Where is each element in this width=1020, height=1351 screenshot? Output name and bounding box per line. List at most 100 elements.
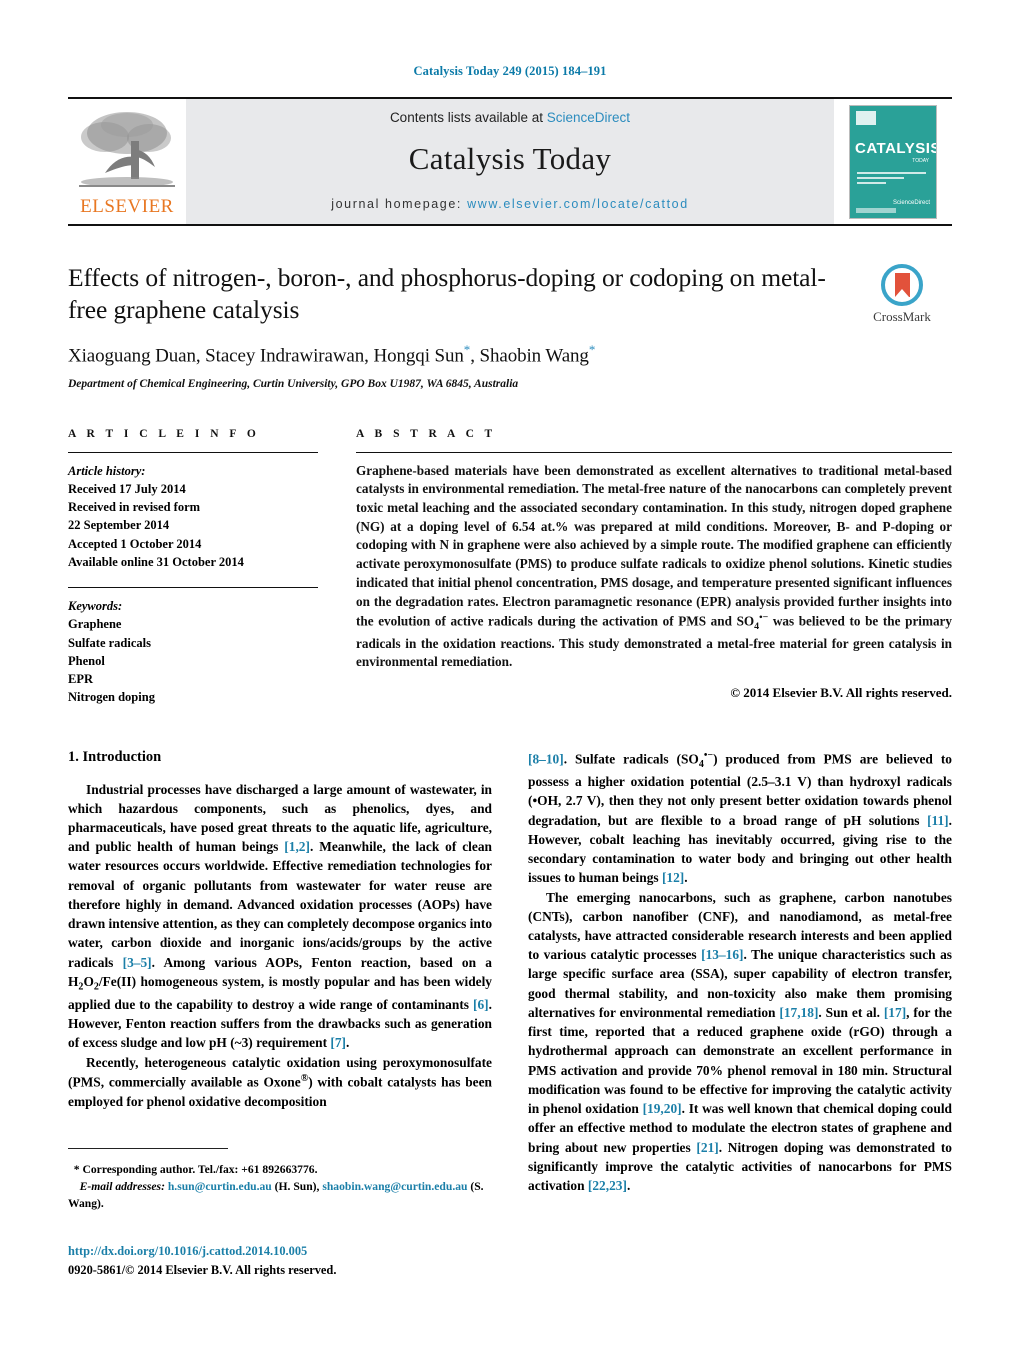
history-item: 22 September 2014 — [68, 518, 170, 533]
abstract-text: Graphene-based materials have been demon… — [356, 462, 952, 672]
abstract-heading: A B S T R A C T — [356, 427, 497, 440]
citation-link[interactable]: [13–16] — [701, 947, 743, 962]
crossmark-label: CrossMark — [873, 309, 931, 324]
keyword-item: EPR — [68, 672, 93, 687]
crossmark-flag-shape — [894, 273, 910, 297]
citation-link[interactable]: [3–5] — [123, 955, 152, 970]
corresponding-author-text: Corresponding author. Tel./fax: +61 8926… — [82, 1163, 318, 1176]
author-names-1: Xiaoguang Duan, Stacey Indrawirawan, Hon… — [68, 345, 464, 367]
journal-cover-area: CATALYSIS TODAY ScienceDirect — [834, 99, 952, 224]
keywords-list: Graphene Sulfate radicals Phenol EPR Nit… — [68, 615, 318, 706]
cover-elsevier-mark-icon — [856, 110, 876, 125]
contents-prefix: Contents lists available at — [389, 110, 547, 125]
doi-link[interactable]: http://dx.doi.org/10.1016/j.cattod.2014.… — [68, 1242, 336, 1261]
cover-decorative-lines — [857, 171, 926, 187]
citation-link[interactable]: [8–10] — [528, 751, 564, 766]
article-info-rule — [68, 451, 318, 453]
email-addresses-note: E-mail addresses: h.sun@curtin.edu.au (H… — [68, 1179, 484, 1210]
history-item: Received in revised form — [68, 500, 201, 515]
cover-title: CATALYSIS — [855, 139, 937, 157]
body-column-right: [8–10]. Sulfate radicals (SO4•−) produce… — [528, 749, 952, 1219]
text-run: /Fe(II) homogeneous system, is mostly po… — [68, 973, 492, 1012]
text-run: . — [684, 870, 688, 886]
history-item: Received 17 July 2014 — [68, 481, 186, 496]
citation-link[interactable]: [22,23] — [588, 1178, 627, 1193]
corresponding-author-note: * Corresponding author. Tel./fax: +61 89… — [68, 1162, 488, 1179]
text-run: . Sun et al. — [818, 1004, 884, 1020]
intro-paragraph-4: The emerging nanocarbons, such as graphe… — [528, 888, 952, 1196]
paper-page: Catalysis Today 249 (2015) 184–191 ELSEV… — [0, 0, 1020, 1351]
keyword-item: Graphene — [68, 617, 122, 632]
intro-paragraph-1: Industrial processes have discharged a l… — [68, 780, 492, 1053]
citation-link[interactable]: [21] — [696, 1140, 718, 1155]
citation-link[interactable]: [17] — [884, 1005, 906, 1020]
elsevier-tree-icon — [79, 112, 175, 187]
intro-paragraph-3: [8–10]. Sulfate radicals (SO4•−) produce… — [528, 749, 952, 888]
intro-paragraph-2: Recently, heterogeneous catalytic oxidat… — [68, 1053, 492, 1111]
footnote-block: * Corresponding author. Tel./fax: +61 89… — [68, 1162, 488, 1212]
citation-link[interactable]: [7] — [330, 1035, 346, 1050]
text-run: O — [83, 973, 94, 989]
history-item: Accepted 1 October 2014 — [68, 536, 202, 551]
article-history-label: Article history: — [68, 463, 146, 478]
abstract-rule — [356, 451, 952, 453]
publisher-logo-area: ELSEVIER — [68, 99, 186, 224]
page-title: Effects of nitrogen-, boron-, and phosph… — [68, 263, 826, 324]
journal-title: Catalysis Today — [408, 141, 612, 176]
cover-footer-bar — [856, 207, 896, 213]
keywords-rule — [68, 587, 318, 589]
crossmark-icon — [881, 264, 923, 306]
text-run: . — [346, 1035, 350, 1051]
sciencedirect-link[interactable]: ScienceDirect — [547, 110, 630, 125]
corresponding-marker-2[interactable]: * — [589, 342, 596, 357]
cover-sciencedirect-mark: ScienceDirect — [892, 200, 930, 206]
abstract-so4-superscript: •− — [759, 612, 769, 624]
keyword-item: Phenol — [68, 653, 105, 668]
citation-link[interactable]: [19,20] — [643, 1101, 682, 1116]
journal-homepage-line: journal homepage: www.elsevier.com/locat… — [331, 197, 689, 211]
text-run: . Meanwhile, the lack of clean water res… — [68, 839, 493, 970]
text-run: . — [626, 1178, 631, 1194]
section-number: 1. — [68, 748, 79, 765]
homepage-label: journal homepage: — [331, 197, 462, 211]
journal-masthead: ELSEVIER Contents lists available at Sci… — [68, 97, 952, 226]
footnote-divider — [68, 1148, 228, 1149]
article-history-list: Received 17 July 2014 Received in revise… — [68, 480, 318, 571]
text-run: . Sulfate radicals (SO — [563, 751, 699, 767]
author-list: Xiaoguang Duan, Stacey Indrawirawan, Hon… — [68, 342, 952, 367]
doi-block: http://dx.doi.org/10.1016/j.cattod.2014.… — [68, 1242, 336, 1279]
copyright-line: © 2014 Elsevier B.V. All rights reserved… — [730, 684, 952, 700]
abstract-column: A B S T R A C T Graphene-based materials… — [356, 428, 952, 707]
citation-link[interactable]: [11] — [927, 813, 949, 828]
author-names-2: , Shaobin Wang — [470, 345, 589, 367]
text-run: , for the first time, reported that a re… — [528, 1004, 952, 1117]
asterisk-marker: * — [73, 1163, 80, 1176]
journal-cover-thumbnail: CATALYSIS TODAY ScienceDirect — [849, 104, 937, 219]
keyword-item: Nitrogen doping — [68, 690, 155, 705]
homepage-url-link[interactable]: www.elsevier.com/locate/cattod — [467, 197, 689, 211]
email-link-2[interactable]: shaobin.wang@curtin.edu.au — [322, 1180, 467, 1193]
contents-available-line: Contents lists available at ScienceDirec… — [390, 110, 630, 125]
info-abstract-region: A R T I C L E I N F O Article history: R… — [68, 428, 952, 707]
title-block: Effects of nitrogen-, boron-, and phosph… — [68, 262, 952, 390]
article-info-column: A R T I C L E I N F O Article history: R… — [68, 428, 318, 707]
affiliation: Department of Chemical Engineering, Curt… — [68, 377, 519, 390]
crossmark-badge[interactable]: CrossMark — [852, 264, 952, 325]
issn-copyright-line: 0920-5861/© 2014 Elsevier B.V. All right… — [68, 1262, 337, 1277]
article-info-heading: A R T I C L E I N F O — [68, 427, 260, 440]
email-link-1[interactable]: h.sun@curtin.edu.au — [168, 1180, 272, 1193]
citation-link[interactable]: [12] — [662, 870, 684, 885]
citation-link[interactable]: [6] — [473, 997, 489, 1012]
elsevier-logo: ELSEVIER — [75, 107, 179, 216]
citation-link[interactable]: [17,18] — [779, 1005, 818, 1020]
formula-superscript: •− — [703, 749, 714, 761]
keyword-item: Sulfate radicals — [68, 635, 151, 650]
keywords-label: Keywords: — [68, 599, 123, 614]
history-item: Available online 31 October 2014 — [68, 554, 244, 569]
elsevier-wordmark: ELSEVIER — [80, 196, 174, 217]
email-label: E-mail addresses: — [79, 1179, 165, 1193]
cover-subtitle: TODAY — [912, 157, 929, 164]
citation-link[interactable]: [1,2] — [284, 839, 310, 854]
section-heading-introduction: 1. Introduction — [68, 749, 492, 766]
email-owner-1: (H. Sun) — [274, 1179, 317, 1193]
